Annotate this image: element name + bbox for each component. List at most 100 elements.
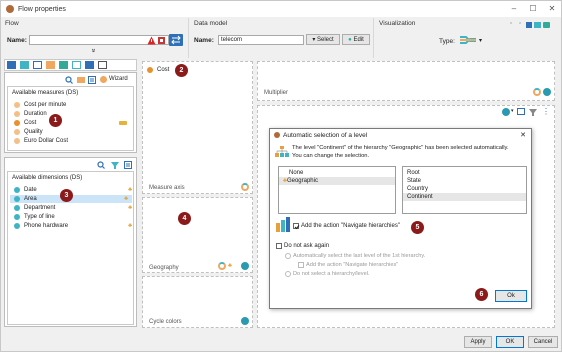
visualization-section: Visualization Type: ▾ ⌃ ⌃ bbox=[375, 18, 561, 58]
measure-item[interactable]: Cost per minute bbox=[14, 101, 66, 109]
collapse-up-icon[interactable]: ⌃ bbox=[509, 22, 513, 28]
type-dropdown-chevron-icon[interactable]: ▾ bbox=[479, 37, 482, 44]
chart-settings-chevron-icon[interactable]: ▾ bbox=[511, 108, 514, 114]
dimension-list-icon[interactable] bbox=[124, 161, 132, 169]
chart-filter-icon[interactable] bbox=[529, 108, 537, 116]
measure-item[interactable]: Duration bbox=[14, 110, 47, 118]
filter-measure-icon[interactable] bbox=[77, 76, 85, 84]
dimension-icon bbox=[14, 223, 20, 229]
maximize-button[interactable]: ☐ bbox=[526, 4, 540, 13]
dimension-item[interactable]: Date ♣ bbox=[14, 186, 132, 194]
hierarchy-item-selected[interactable]: ♣Geographic bbox=[279, 177, 395, 185]
no-select-radio[interactable]: Do not select a hierarchy/level. bbox=[285, 271, 370, 277]
measure-item[interactable]: Quality bbox=[14, 128, 43, 136]
measure-icon bbox=[14, 102, 20, 108]
title-bar: Flow properties – ☐ ✕ bbox=[1, 1, 561, 17]
do-not-ask-checkbox[interactable]: Do not ask again bbox=[276, 243, 329, 249]
pin-icon[interactable] bbox=[526, 22, 532, 28]
flow-chart-type-icon[interactable] bbox=[459, 34, 477, 46]
dialog-ok-button[interactable]: Ok bbox=[495, 290, 527, 302]
measure-icon bbox=[14, 129, 20, 135]
dimension-item[interactable]: Type of line bbox=[14, 213, 55, 221]
apply-button[interactable]: Apply bbox=[464, 336, 492, 348]
level-item-selected[interactable]: Continent bbox=[403, 193, 526, 201]
edit-model-button[interactable]: ● Edit bbox=[342, 34, 370, 45]
tab-link-icon[interactable] bbox=[46, 61, 55, 69]
geography-zone[interactable]: Geography ♣ bbox=[142, 197, 253, 273]
flow-section: Flow Name: » bbox=[1, 18, 189, 58]
chart-settings-icon[interactable] bbox=[502, 108, 510, 116]
hierarchy-icon: ♣ bbox=[128, 223, 132, 229]
dimension-item[interactable]: Phone hardware ♣ bbox=[14, 222, 132, 230]
minimize-button[interactable]: – bbox=[507, 4, 521, 13]
dialog-close-button[interactable]: ✕ bbox=[520, 131, 526, 139]
close-button[interactable]: ✕ bbox=[545, 4, 559, 13]
multiplier-options-icon[interactable] bbox=[533, 88, 541, 96]
hierarchy-item[interactable]: None bbox=[279, 169, 395, 177]
add-action-sub-checkbox[interactable]: Add the action "Navigate hierarchies" bbox=[298, 262, 398, 268]
dimension-filter-icon[interactable] bbox=[111, 161, 119, 169]
ok-button[interactable]: OK bbox=[496, 336, 524, 348]
bookmark-icon[interactable] bbox=[157, 36, 166, 45]
hierarchy-list: None ♣Geographic bbox=[278, 166, 396, 214]
tab-chart-icon[interactable] bbox=[72, 61, 81, 69]
flow-properties-window: Flow properties – ☐ ✕ Flow Name: » Data … bbox=[0, 0, 562, 352]
hierarchy-info-icon bbox=[275, 146, 289, 157]
wizard-button[interactable]: Wizard bbox=[109, 76, 128, 82]
select-model-button[interactable]: ▾ Select bbox=[306, 34, 340, 45]
tab-sort-icon[interactable] bbox=[98, 61, 107, 69]
dialog-title: Automatic selection of a level bbox=[283, 131, 368, 139]
geography-label: Geography bbox=[149, 265, 179, 271]
geography-settings-icon[interactable] bbox=[241, 262, 249, 270]
tab-tag-icon[interactable] bbox=[85, 61, 94, 69]
data-model-name-input[interactable]: telecom bbox=[218, 35, 304, 45]
measure-label: Cost per minute bbox=[24, 102, 67, 108]
geography-hierarchy-icon[interactable]: ♣ bbox=[228, 263, 232, 269]
cancel-button[interactable]: Cancel bbox=[528, 336, 558, 348]
measure-axis-zone[interactable]: Cost Measure axis bbox=[142, 61, 253, 194]
measure-icon bbox=[147, 67, 153, 73]
level-item[interactable]: Root bbox=[403, 169, 526, 177]
level-item[interactable]: State bbox=[403, 177, 526, 185]
radio-icon bbox=[285, 253, 291, 259]
measure-item[interactable]: Euro Dollar Cost bbox=[14, 137, 68, 145]
level-item[interactable]: Country bbox=[403, 185, 526, 193]
auto-select-label: Automatically select the last level of t… bbox=[293, 253, 426, 259]
axis-options-icon[interactable] bbox=[241, 183, 249, 191]
multiplier-settings-icon[interactable] bbox=[543, 88, 551, 96]
chat-icon[interactable] bbox=[543, 22, 550, 28]
cycle-colors-zone[interactable]: Cycle colors bbox=[142, 276, 253, 328]
measures-title: Available measures (DS) bbox=[12, 90, 79, 96]
expand-toggle[interactable]: » bbox=[89, 49, 96, 53]
swap-icon bbox=[171, 35, 181, 45]
dimension-search-icon[interactable] bbox=[97, 161, 105, 169]
collapse-up-2-icon[interactable]: ⌃ bbox=[518, 22, 522, 28]
measure-item[interactable]: Cost bbox=[14, 119, 36, 127]
dimension-label: Phone hardware bbox=[24, 223, 69, 229]
auto-select-radio[interactable]: Automatically select the last level of t… bbox=[285, 253, 425, 259]
add-action-sub-label: Add the action "Navigate hierarchies" bbox=[306, 262, 399, 268]
geography-options-icon[interactable] bbox=[218, 262, 226, 270]
tab-table-icon[interactable] bbox=[20, 61, 29, 69]
monitor-icon[interactable] bbox=[534, 22, 541, 28]
tab-measures-icon[interactable] bbox=[7, 61, 16, 69]
dimension-icon bbox=[14, 187, 20, 193]
swap-button[interactable] bbox=[169, 34, 183, 46]
measure-label: Euro Dollar Cost bbox=[24, 138, 69, 144]
chart-export-icon[interactable] bbox=[517, 108, 525, 115]
hierarchy-icon: ♣ bbox=[124, 196, 128, 202]
data-model-name-label: Name: bbox=[194, 37, 214, 44]
measure-icon bbox=[14, 138, 20, 144]
tab-filter-icon[interactable] bbox=[59, 61, 68, 69]
list-view-icon[interactable] bbox=[88, 76, 96, 84]
multiplier-zone[interactable]: Multiplier bbox=[257, 61, 555, 101]
cost-chip[interactable]: Cost bbox=[147, 67, 169, 73]
measure-icon bbox=[14, 111, 20, 117]
tab-text-icon[interactable] bbox=[33, 61, 42, 69]
search-icon[interactable] bbox=[65, 76, 73, 84]
more-options-icon[interactable]: ⋮ bbox=[542, 107, 550, 116]
dimension-item[interactable]: Department ♣ bbox=[14, 204, 132, 212]
add-action-checkbox[interactable]: Add the action "Navigate hierarchies" bbox=[293, 223, 400, 230]
cycle-colors-settings-icon[interactable] bbox=[241, 317, 249, 325]
dimension-icon bbox=[14, 205, 20, 211]
